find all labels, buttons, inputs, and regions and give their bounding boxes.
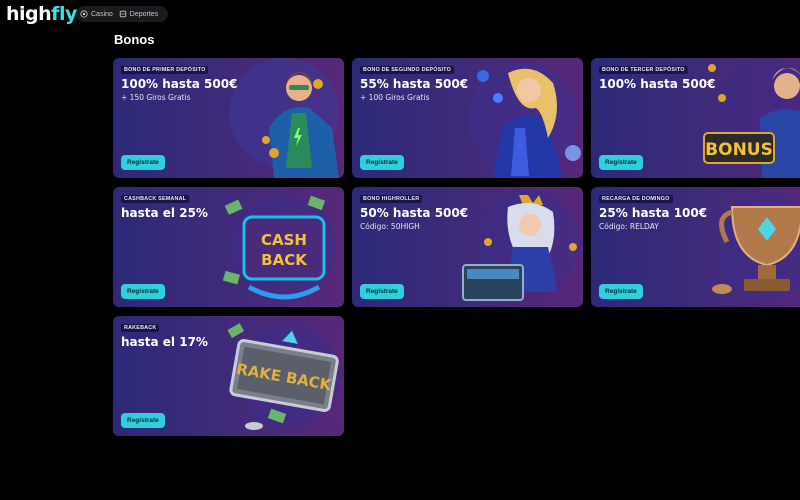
- main-nav: Casino Deportes: [76, 6, 168, 22]
- treasure-queen-art: [462, 190, 580, 301]
- bonus-headline: hasta el 17%: [121, 335, 208, 349]
- bonus-card-rakeback[interactable]: RAKE BACK Rakeback hasta el 17% Regístra…: [113, 316, 344, 436]
- casino-icon: [80, 10, 88, 18]
- bonus-headline: 50% hasta 500€: [360, 206, 469, 220]
- bonus-card-first-deposit[interactable]: Bono de primer depósito 100% hasta 500€ …: [113, 58, 344, 178]
- bonus-tag: Bono Highroller: [360, 195, 423, 203]
- bonus-headline: 55% hasta 500€: [360, 77, 469, 91]
- nav-casino-label: Casino: [91, 10, 113, 18]
- top-header: highfly Casino Deportes: [0, 0, 800, 28]
- bonus-subtext: Código: RELDAY: [599, 222, 659, 231]
- bonus-card-sunday-reload[interactable]: Recarga de domingo 25% hasta 100€ Código…: [591, 187, 800, 307]
- svg-text:CASH: CASH: [261, 231, 307, 249]
- register-button[interactable]: Regístrate: [599, 155, 643, 170]
- bonus-headline: hasta el 25%: [121, 206, 208, 220]
- bonus-card-cashback[interactable]: CASH BACK Cashback semanal hasta el 25% …: [113, 187, 344, 307]
- bonus-tag: Cashback semanal: [121, 195, 190, 203]
- heroine-art: [468, 63, 581, 178]
- trophy-art: [712, 195, 800, 299]
- bonus-tag: Bono de segundo depósito: [360, 66, 454, 74]
- sports-icon: [119, 10, 126, 18]
- bonus-tag: Rakeback: [121, 324, 160, 332]
- bonus-card-highroller[interactable]: Bono Highroller 50% hasta 500€ Código: 5…: [352, 187, 583, 307]
- svg-text:BACK: BACK: [261, 251, 308, 269]
- register-button[interactable]: Regístrate: [121, 413, 165, 428]
- bonus-hero-art: BONUS: [703, 58, 800, 178]
- bonus-card-third-deposit[interactable]: BONUS Bono de tercer depósito 100% hasta…: [591, 58, 800, 178]
- svg-text:BONUS: BONUS: [705, 140, 773, 160]
- page-title: Bonos: [114, 32, 155, 47]
- superhero-art: [229, 58, 339, 178]
- register-button[interactable]: Regístrate: [360, 155, 404, 170]
- bonus-tag: Recarga de domingo: [599, 195, 673, 203]
- nav-deportes[interactable]: Deportes: [119, 10, 158, 18]
- bonus-subtext: Código: 50HIGH: [360, 222, 420, 231]
- bonus-tag: Bono de primer depósito: [121, 66, 209, 74]
- bonus-grid: Bono de primer depósito 100% hasta 500€ …: [113, 58, 800, 438]
- bonus-subtext: + 100 Giros Gratis: [360, 93, 430, 102]
- bonus-subtext: + 150 Giros Gratis: [121, 93, 191, 102]
- nav-deportes-label: Deportes: [129, 10, 159, 18]
- register-button[interactable]: Regístrate: [360, 284, 404, 299]
- nav-casino[interactable]: Casino: [80, 10, 113, 18]
- register-button[interactable]: Regístrate: [121, 155, 165, 170]
- bonus-card-second-deposit[interactable]: Bono de segundo depósito 55% hasta 500€ …: [352, 58, 583, 178]
- rakeback-sign-art: RAKE BACK: [227, 323, 341, 430]
- logo-text-high: high: [6, 3, 52, 25]
- bonus-headline: 100% hasta 500€: [599, 77, 716, 91]
- bonus-headline: 100% hasta 500€: [121, 77, 238, 91]
- logo-text-fly: fly: [51, 3, 77, 25]
- bonus-tag: Bono de tercer depósito: [599, 66, 688, 74]
- highfly-logo[interactable]: highfly: [6, 3, 77, 25]
- register-button[interactable]: Regístrate: [599, 284, 643, 299]
- bonus-headline: 25% hasta 100€: [599, 206, 708, 220]
- register-button[interactable]: Regístrate: [121, 284, 165, 299]
- cashback-sign-art: CASH BACK: [222, 195, 336, 300]
